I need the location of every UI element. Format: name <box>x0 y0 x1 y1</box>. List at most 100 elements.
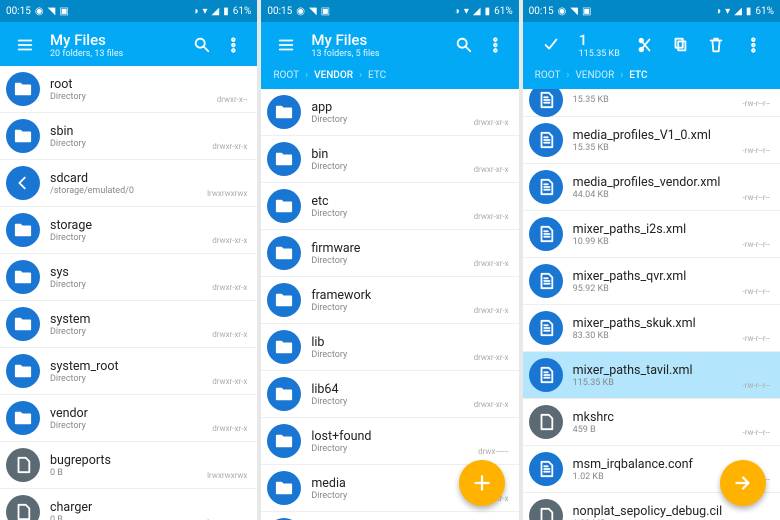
list-item[interactable]: bugreports0 Blrwxrwxrwx <box>0 442 257 489</box>
menu-button[interactable] <box>271 30 301 60</box>
list-item[interactable]: sdcard/storage/emulated/0lrwxrwxrwx <box>0 160 257 207</box>
folder-icon <box>6 213 40 247</box>
list-item[interactable]: mixer_paths_qvr.xml95.92 KB-rw-r--r-- <box>523 258 780 305</box>
item-subtitle: Directory <box>311 256 473 266</box>
list-item[interactable]: charger0 Blrwxrwxrwx <box>0 489 257 520</box>
file-list[interactable]: appDirectorydrwxr-xr-xbinDirectorydrwxr-… <box>261 89 518 520</box>
doc-icon <box>529 264 563 298</box>
list-item[interactable]: vendorDirectorydrwxr-xr-x <box>0 395 257 442</box>
breadcrumb-part[interactable]: ROOT <box>273 70 299 81</box>
breadcrumb-part[interactable]: VENDOR <box>314 70 353 81</box>
list-item[interactable]: lib64Directorydrwxr-xr-x <box>261 371 518 418</box>
back-icon <box>6 166 40 200</box>
item-name: mixer_paths_qvr.xml <box>573 269 743 284</box>
fab-go-button[interactable] <box>720 460 766 506</box>
item-subtitle: Directory <box>50 233 212 243</box>
item-subtitle: 10.99 KB <box>573 237 743 247</box>
breadcrumb-part[interactable]: ETC <box>368 70 386 81</box>
file-list[interactable]: rootDirectorydrwxr-x--sbinDirectorydrwxr… <box>0 66 257 520</box>
app-bar-selection: 1115.35 KB <box>523 22 780 66</box>
status-msg-icon: ▣ <box>321 6 330 17</box>
item-permissions: drwxr-xr-x <box>474 118 509 127</box>
overflow-button[interactable] <box>217 30 247 60</box>
item-name: mixer_paths_i2s.xml <box>573 222 743 237</box>
item-name: system <box>50 312 212 327</box>
list-item[interactable]: media_profiles_vendor.xml44.04 KB-rw-r--… <box>523 164 780 211</box>
item-name: bin <box>311 147 473 162</box>
item-permissions: drwxr-xr-x <box>474 212 509 221</box>
status-notif-icon: ◉ <box>296 6 305 17</box>
chevron-right-icon: › <box>566 70 569 81</box>
list-item[interactable]: sysDirectorydrwxr-xr-x <box>0 254 257 301</box>
overflow-button[interactable] <box>734 30 770 60</box>
list-item[interactable]: binDirectorydrwxr-xr-x <box>261 136 518 183</box>
list-item[interactable]: lost+foundDirectorydrwx------ <box>261 418 518 465</box>
list-item[interactable]: media_profiles_V1_0.xml15.35 KB-rw-r--r-… <box>523 117 780 164</box>
item-subtitle: 459 B <box>573 425 743 435</box>
list-item[interactable]: libDirectorydrwxr-xr-x <box>261 324 518 371</box>
list-item[interactable]: mixer_paths_tavil.xml115.35 KB-rw-r--r-- <box>523 352 780 399</box>
breadcrumb-part[interactable]: VENDOR <box>575 70 614 81</box>
cut-button[interactable] <box>626 30 662 60</box>
item-permissions: drwxr-xr-x <box>212 377 247 386</box>
item-permissions: drwxr-xr-x <box>474 165 509 174</box>
item-permissions: drwxr-xr-x <box>212 283 247 292</box>
chevron-right-icon: › <box>620 70 623 81</box>
item-subtitle: 95.92 KB <box>573 284 743 294</box>
item-permissions: -rw-r--r-- <box>743 193 770 202</box>
status-time: 00:15 <box>529 6 554 17</box>
item-name: vendor <box>50 406 212 421</box>
file-list[interactable]: 15.35 KB-rw-r--r--media_profiles_V1_0.xm… <box>523 89 780 520</box>
delete-button[interactable] <box>698 30 734 60</box>
list-item[interactable]: overlayDirectorydrwxr-xr-x <box>261 512 518 520</box>
list-item[interactable]: storageDirectorydrwxr-xr-x <box>0 207 257 254</box>
folder-icon <box>267 330 301 364</box>
item-permissions: -rw-r--r-- <box>743 334 770 343</box>
item-subtitle: Directory <box>50 374 212 384</box>
status-battery: 61% <box>755 6 774 17</box>
breadcrumb: ROOT › VENDOR › ETC <box>523 66 780 89</box>
selection-done-button[interactable] <box>533 30 569 60</box>
breadcrumb-part[interactable]: ETC <box>629 70 647 81</box>
fab-add-button[interactable] <box>459 460 505 506</box>
status-signal-icon: ◢ <box>473 6 481 17</box>
search-button[interactable] <box>449 30 479 60</box>
status-msg-icon: ▣ <box>59 6 68 17</box>
item-permissions: -rw-r--r-- <box>743 381 770 390</box>
item-permissions: -rw-r--r-- <box>743 146 770 155</box>
list-item[interactable]: mixer_paths_skuk.xml83.30 KB-rw-r--r-- <box>523 305 780 352</box>
folder-icon <box>6 72 40 106</box>
list-item[interactable]: etcDirectorydrwxr-xr-x <box>261 183 518 230</box>
folder-icon <box>267 377 301 411</box>
breadcrumb-part[interactable]: ROOT <box>535 70 561 81</box>
list-item[interactable]: mkshrc459 B-rw-r--r-- <box>523 399 780 446</box>
folder-icon <box>6 260 40 294</box>
item-name: lib64 <box>311 382 473 397</box>
item-subtitle: 115.35 KB <box>573 378 743 388</box>
file-manager-pane: 00:15◉◥▣◑▾◢▮61%My Files20 folders, 13 fi… <box>0 0 257 520</box>
doc-icon <box>529 452 563 486</box>
overflow-button[interactable] <box>479 30 509 60</box>
list-item[interactable]: appDirectorydrwxr-xr-x <box>261 89 518 136</box>
list-item[interactable]: rootDirectorydrwxr-x-- <box>0 66 257 113</box>
item-name: nonplat_sepolicy_debug.cil <box>573 504 743 519</box>
status-notif-icon: ◉ <box>558 6 567 17</box>
menu-button[interactable] <box>10 30 40 60</box>
item-subtitle: Directory <box>311 162 473 172</box>
list-item[interactable]: mixer_paths_i2s.xml10.99 KB-rw-r--r-- <box>523 211 780 258</box>
list-item[interactable]: 15.35 KB-rw-r--r-- <box>523 89 780 117</box>
copy-button[interactable] <box>662 30 698 60</box>
folder-icon <box>267 95 301 129</box>
list-item[interactable]: system_rootDirectorydrwxr-xr-x <box>0 348 257 395</box>
list-item[interactable]: firmwareDirectorydrwxr-xr-x <box>261 230 518 277</box>
list-item[interactable]: frameworkDirectorydrwxr-xr-x <box>261 277 518 324</box>
item-subtitle: 83.30 KB <box>573 331 743 341</box>
doc-icon <box>529 89 563 117</box>
item-name: app <box>311 100 473 115</box>
item-permissions: -rw-r--r-- <box>743 287 770 296</box>
search-button[interactable] <box>187 30 217 60</box>
item-name: bugreports <box>50 453 207 468</box>
list-item[interactable]: sbinDirectorydrwxr-xr-x <box>0 113 257 160</box>
list-item[interactable]: systemDirectorydrwxr-xr-x <box>0 301 257 348</box>
folder-icon <box>267 236 301 270</box>
